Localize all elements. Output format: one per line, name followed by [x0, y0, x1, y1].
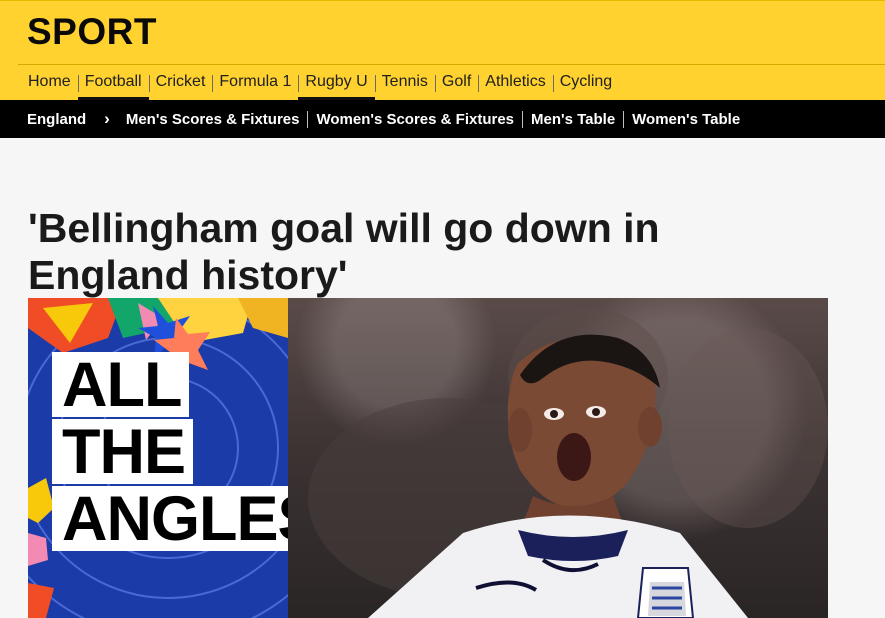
chevron-right-icon: › — [104, 109, 110, 128]
hero-graphic-panel: ALL THE ANGLES — [28, 298, 288, 618]
nav-label: Tennis — [381, 73, 428, 90]
nav-label: Football — [84, 73, 142, 90]
nav-item-rugby-union[interactable]: Rugby U — [298, 73, 375, 101]
secondary-nav: England › Men's Scores & Fixtures Women'… — [0, 100, 885, 138]
subnav-womens-scores-fixtures[interactable]: Women's Scores & Fixtures — [308, 111, 522, 128]
nav-item-golf[interactable]: Golf — [434, 73, 478, 101]
player-silhouette-icon — [308, 308, 828, 618]
hero-label-line1: ALL — [52, 352, 190, 417]
hero-label-line2: THE — [52, 419, 193, 484]
header-divider — [18, 64, 885, 65]
nav-label: Formula 1 — [219, 73, 292, 90]
nav-item-football[interactable]: Football — [77, 73, 149, 101]
subnav-mens-scores-fixtures[interactable]: Men's Scores & Fixtures — [118, 111, 308, 128]
subnav-mens-table[interactable]: Men's Table — [523, 111, 623, 128]
sport-header: SPORT Home Football Cricket Formula 1 Ru… — [0, 0, 885, 101]
primary-nav: Home Football Cricket Formula 1 Rugby U … — [28, 73, 619, 101]
article-headline: 'Bellingham goal will go down in England… — [28, 205, 660, 299]
nav-label: Athletics — [485, 73, 546, 90]
nav-label: Home — [28, 73, 71, 90]
subnav-womens-table[interactable]: Women's Table — [624, 111, 748, 128]
nav-label: Cricket — [155, 73, 206, 90]
nav-item-home[interactable]: Home — [28, 73, 78, 101]
nav-item-tennis[interactable]: Tennis — [374, 73, 435, 101]
article-hero-image[interactable]: ALL THE ANGLES — [28, 298, 828, 618]
nav-item-cricket[interactable]: Cricket — [148, 73, 213, 101]
nav-label: Rugby U — [305, 73, 368, 90]
subnav-section-england[interactable]: England — [27, 111, 94, 128]
sport-logo[interactable]: SPORT — [27, 11, 157, 53]
nav-item-cycling[interactable]: Cycling — [552, 73, 619, 101]
player-photo — [288, 298, 828, 618]
nav-label: Cycling — [559, 73, 613, 90]
nav-label: Golf — [441, 73, 472, 90]
hero-label-line3: ANGLES — [52, 486, 288, 551]
nav-item-athletics[interactable]: Athletics — [478, 73, 552, 101]
nav-item-formula-1[interactable]: Formula 1 — [212, 73, 298, 101]
